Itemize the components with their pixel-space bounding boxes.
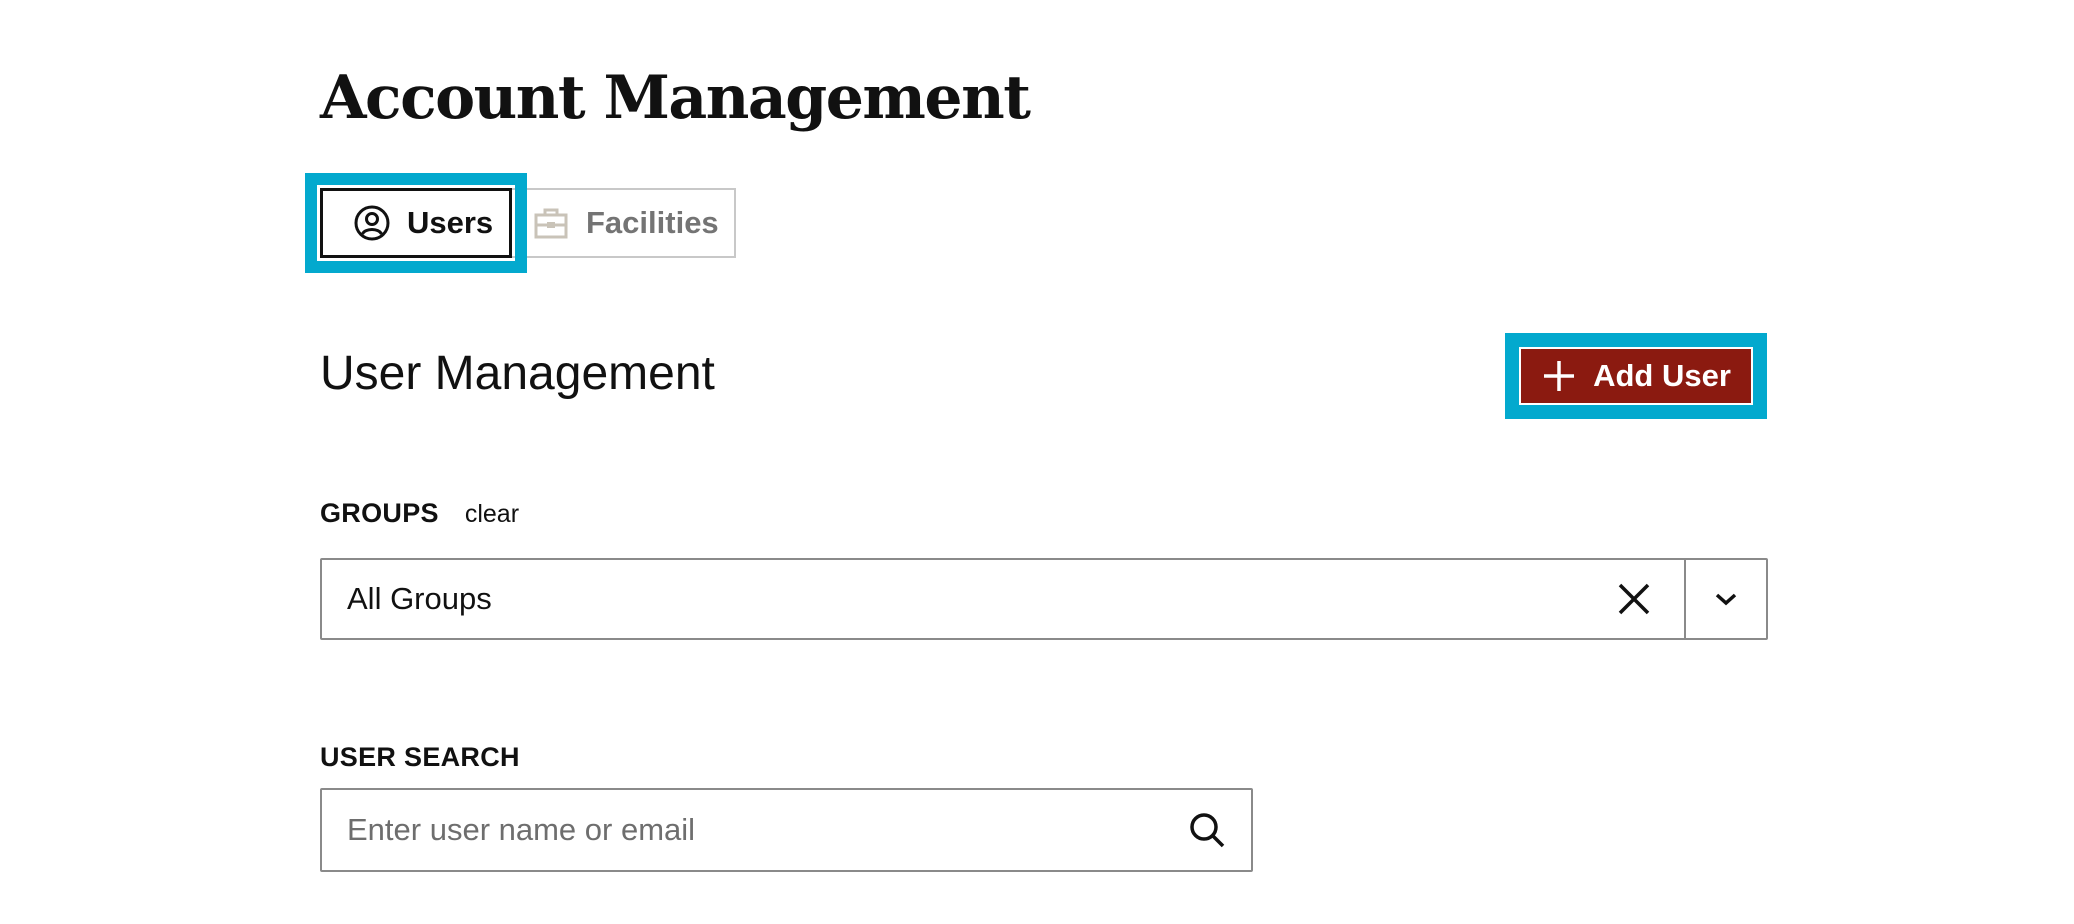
- tab-users-label: Users: [407, 205, 494, 240]
- section-title: User Management: [320, 347, 715, 400]
- user-search-label: USER SEARCH: [320, 742, 520, 772]
- account-tabs: Users Facilities: [305, 173, 736, 273]
- groups-select[interactable]: All Groups: [320, 558, 1768, 640]
- user-search-box: [320, 788, 1253, 872]
- tab-users[interactable]: Users: [305, 173, 527, 273]
- groups-label-row: GROUPS clear: [320, 498, 519, 529]
- groups-dropdown-toggle[interactable]: [1686, 560, 1766, 638]
- search-icon: [1190, 813, 1225, 848]
- search-button[interactable]: [1169, 792, 1245, 868]
- groups-clear-button[interactable]: [1598, 560, 1670, 638]
- add-user-button[interactable]: Add User: [1521, 349, 1751, 403]
- plus-icon: [1541, 358, 1577, 394]
- add-user-focus-ring: Add User: [1505, 333, 1767, 419]
- briefcase-icon: [532, 204, 570, 242]
- user-search-input[interactable]: [322, 792, 1169, 868]
- tab-facilities-label: Facilities: [586, 205, 719, 240]
- user-circle-icon: [353, 204, 391, 242]
- account-management-page: Account Management Users Facilities User…: [305, 0, 1780, 924]
- close-icon: [1618, 583, 1650, 615]
- groups-selected-value: All Groups: [347, 581, 492, 616]
- groups-label: GROUPS: [320, 498, 439, 528]
- tab-facilities[interactable]: Facilities: [512, 188, 736, 258]
- chevron-down-icon: [1715, 593, 1737, 606]
- page-title: Account Management: [320, 63, 1031, 133]
- groups-clear-link[interactable]: clear: [465, 500, 519, 529]
- add-user-label: Add User: [1593, 358, 1731, 393]
